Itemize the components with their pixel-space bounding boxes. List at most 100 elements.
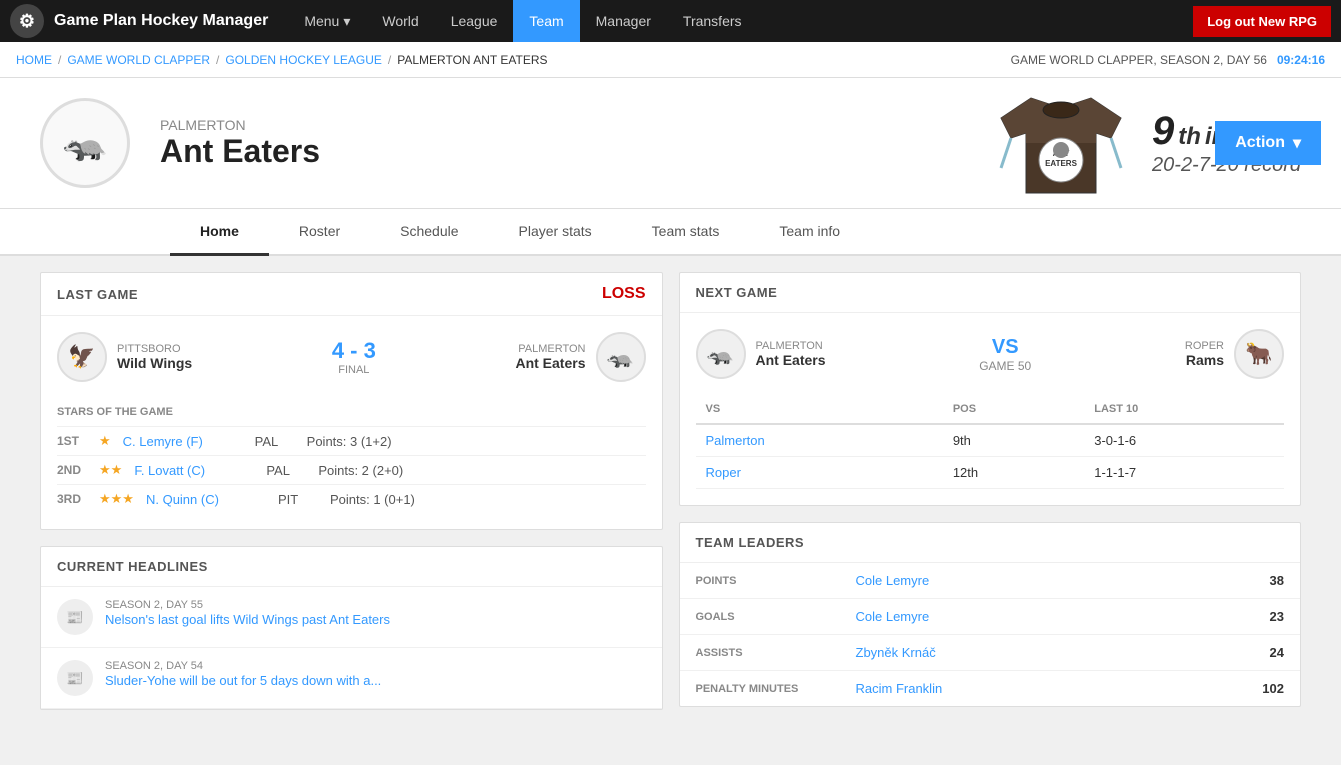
nav-team[interactable]: Team [513, 0, 579, 42]
headline-day-1: SEASON 2, DAY 55 [105, 599, 390, 611]
leaders-row-assists: ASSISTS Zbyněk Krnáč 24 [680, 635, 1301, 671]
game-number: GAME 50 [979, 359, 1031, 373]
nav-world[interactable]: World [366, 0, 434, 42]
star-name-1[interactable]: C. Lemyre (F) [123, 434, 243, 449]
star-icon-2: ★★ [99, 462, 122, 478]
home-team-side: 🦡 PALMERTON Ant Eaters [515, 332, 645, 382]
nav-menu[interactable]: Menu ▾ [288, 0, 366, 42]
team-leaders-header: TEAM LEADERS [680, 523, 1301, 563]
leader-points-player: Cole Lemyre [840, 563, 1157, 599]
team-name: Ant Eaters [160, 133, 1122, 170]
star-icon-1: ★ [99, 433, 111, 449]
stars-section: STARS OF THE GAME 1ST ★ C. Lemyre (F) PA… [41, 398, 662, 529]
last-game-card: LAST GAME LOSS 🦅 PITTSBORO Wild Wings 4 … [40, 272, 663, 530]
star-name-3[interactable]: N. Quinn (C) [146, 492, 266, 507]
stat-points: 38 [1157, 563, 1300, 599]
next-home-side: 🦡 PALMERTON Ant Eaters [696, 329, 826, 379]
next-away-side: 🐂 ROPER Rams [1185, 329, 1284, 379]
vs-label: VS [979, 336, 1031, 359]
headline-content-2: SEASON 2, DAY 54 Sluder-Yohe will be out… [105, 660, 381, 690]
app-title: Game Plan Hockey Manager [54, 12, 268, 30]
headline-text-2[interactable]: Sluder-Yohe will be out for 5 days down … [105, 672, 381, 690]
team-city: PALMERTON [160, 117, 1122, 133]
logout-button[interactable]: Log out New RPG [1193, 6, 1331, 37]
left-column: LAST GAME LOSS 🦅 PITTSBORO Wild Wings 4 … [40, 272, 663, 710]
star-pos-2: 2ND [57, 463, 87, 477]
star-icon-3: ★★★ [99, 491, 134, 507]
app-logo-icon: ⚙ [10, 4, 44, 38]
vs-center: VS GAME 50 [979, 336, 1031, 373]
col-pos: POS [943, 395, 1084, 424]
breadcrumb-home[interactable]: HOME [16, 53, 52, 67]
tab-team-info[interactable]: Team info [749, 209, 870, 256]
headlines-title: CURRENT HEADLINES [57, 559, 208, 574]
action-button-area: Action ▾ [1215, 121, 1321, 165]
session-text: GAME WORLD CLAPPER, SEASON 2, DAY 56 [1011, 53, 1267, 67]
star-row-3: 3RD ★★★ N. Quinn (C) PIT Points: 1 (0+1) [57, 484, 646, 513]
jersey-area: ANT EATERS [981, 88, 1141, 211]
vs-team-link-1[interactable]: Palmerton [706, 433, 765, 448]
tab-team-stats[interactable]: Team stats [622, 209, 750, 256]
home-team-info: PALMERTON Ant Eaters [515, 343, 585, 371]
star-team-2: PAL [266, 463, 306, 478]
star-pts-2: Points: 2 (2+0) [318, 463, 403, 478]
next-game-card: NEXT GAME 🦡 PALMERTON Ant Eaters VS GAME… [679, 272, 1302, 506]
star-team-1: PAL [255, 434, 295, 449]
player-name-goals[interactable]: Cole Lemyre [856, 609, 930, 624]
headline-text-1[interactable]: Nelson's last goal lifts Wild Wings past… [105, 611, 390, 629]
nav-manager[interactable]: Manager [580, 0, 667, 42]
vs-last10-2: 1-1-1-7 [1084, 457, 1284, 489]
app-logo-area: ⚙ Game Plan Hockey Manager [10, 4, 268, 38]
team-leaders-card: TEAM LEADERS POINTS Cole Lemyre 38 GOALS… [679, 522, 1302, 707]
next-game-header: NEXT GAME [680, 273, 1301, 313]
last-game-header: LAST GAME LOSS [41, 273, 662, 316]
home-team-name: Ant Eaters [515, 355, 585, 371]
next-home-info: PALMERTON Ant Eaters [756, 340, 826, 368]
next-game-content: 🦡 PALMERTON Ant Eaters VS GAME 50 🐂 ROPE… [680, 313, 1301, 395]
stars-title: STARS OF THE GAME [57, 406, 646, 418]
headline-content-1: SEASON 2, DAY 55 Nelson's last goal lift… [105, 599, 390, 629]
action-button[interactable]: Action ▾ [1215, 121, 1321, 165]
breadcrumb-bar: HOME / GAME WORLD CLAPPER / GOLDEN HOCKE… [0, 42, 1341, 78]
tab-player-stats[interactable]: Player stats [489, 209, 622, 256]
tab-roster[interactable]: Roster [269, 209, 370, 256]
next-game-table: VS POS LAST 10 Palmerton 9th 3-0-1-6 Rop… [696, 395, 1285, 489]
next-away-info: ROPER Rams [1185, 340, 1224, 368]
session-info: GAME WORLD CLAPPER, SEASON 2, DAY 56 09:… [1011, 53, 1325, 67]
nav-transfers[interactable]: Transfers [667, 0, 758, 42]
session-timer: 09:24:16 [1277, 53, 1325, 67]
col-last10: LAST 10 [1084, 395, 1284, 424]
result-badge: LOSS [602, 285, 646, 303]
score-label: FINAL [332, 364, 376, 376]
player-name-pim[interactable]: Racim Franklin [856, 681, 943, 696]
away-team-info: PITTSBORO Wild Wings [117, 343, 192, 371]
next-game-title: NEXT GAME [696, 285, 778, 300]
score: 4 - 3 [332, 338, 376, 364]
top-navigation: ⚙ Game Plan Hockey Manager Menu ▾ World … [0, 0, 1341, 42]
tab-schedule[interactable]: Schedule [370, 209, 488, 256]
tab-home[interactable]: Home [170, 209, 269, 256]
nav-league[interactable]: League [435, 0, 514, 42]
vs-team-link-2[interactable]: Roper [706, 465, 741, 480]
svg-text:EATERS: EATERS [1045, 159, 1078, 168]
leaders-row-points: POINTS Cole Lemyre 38 [680, 563, 1301, 599]
player-name-points[interactable]: Cole Lemyre [856, 573, 930, 588]
star-name-2[interactable]: F. Lovatt (C) [134, 463, 254, 478]
headlines-card: CURRENT HEADLINES 📰 SEASON 2, DAY 55 Nel… [40, 546, 663, 710]
star-pos-1: 1ST [57, 434, 87, 448]
star-pos-3: 3RD [57, 492, 87, 506]
game-result: 🦅 PITTSBORO Wild Wings 4 - 3 FINAL 🦡 PAL… [41, 316, 662, 398]
team-rank-ordinal: th [1178, 123, 1201, 151]
breadcrumb-game-world[interactable]: GAME WORLD CLAPPER [67, 53, 210, 67]
leader-assists-player: Zbyněk Krnáč [840, 635, 1157, 671]
jersey-icon: ANT EATERS [981, 88, 1141, 208]
vs-last10-1: 3-0-1-6 [1084, 424, 1284, 457]
headline-item-1: 📰 SEASON 2, DAY 55 Nelson's last goal li… [41, 587, 662, 648]
category-goals: GOALS [680, 599, 840, 635]
team-leaders-title: TEAM LEADERS [696, 535, 805, 550]
player-name-assists[interactable]: Zbyněk Krnáč [856, 645, 936, 660]
away-team-logo: 🦅 [57, 332, 107, 382]
headlines-header: CURRENT HEADLINES [41, 547, 662, 587]
breadcrumb-league[interactable]: GOLDEN HOCKEY LEAGUE [225, 53, 382, 67]
leaders-row-goals: GOALS Cole Lemyre 23 [680, 599, 1301, 635]
